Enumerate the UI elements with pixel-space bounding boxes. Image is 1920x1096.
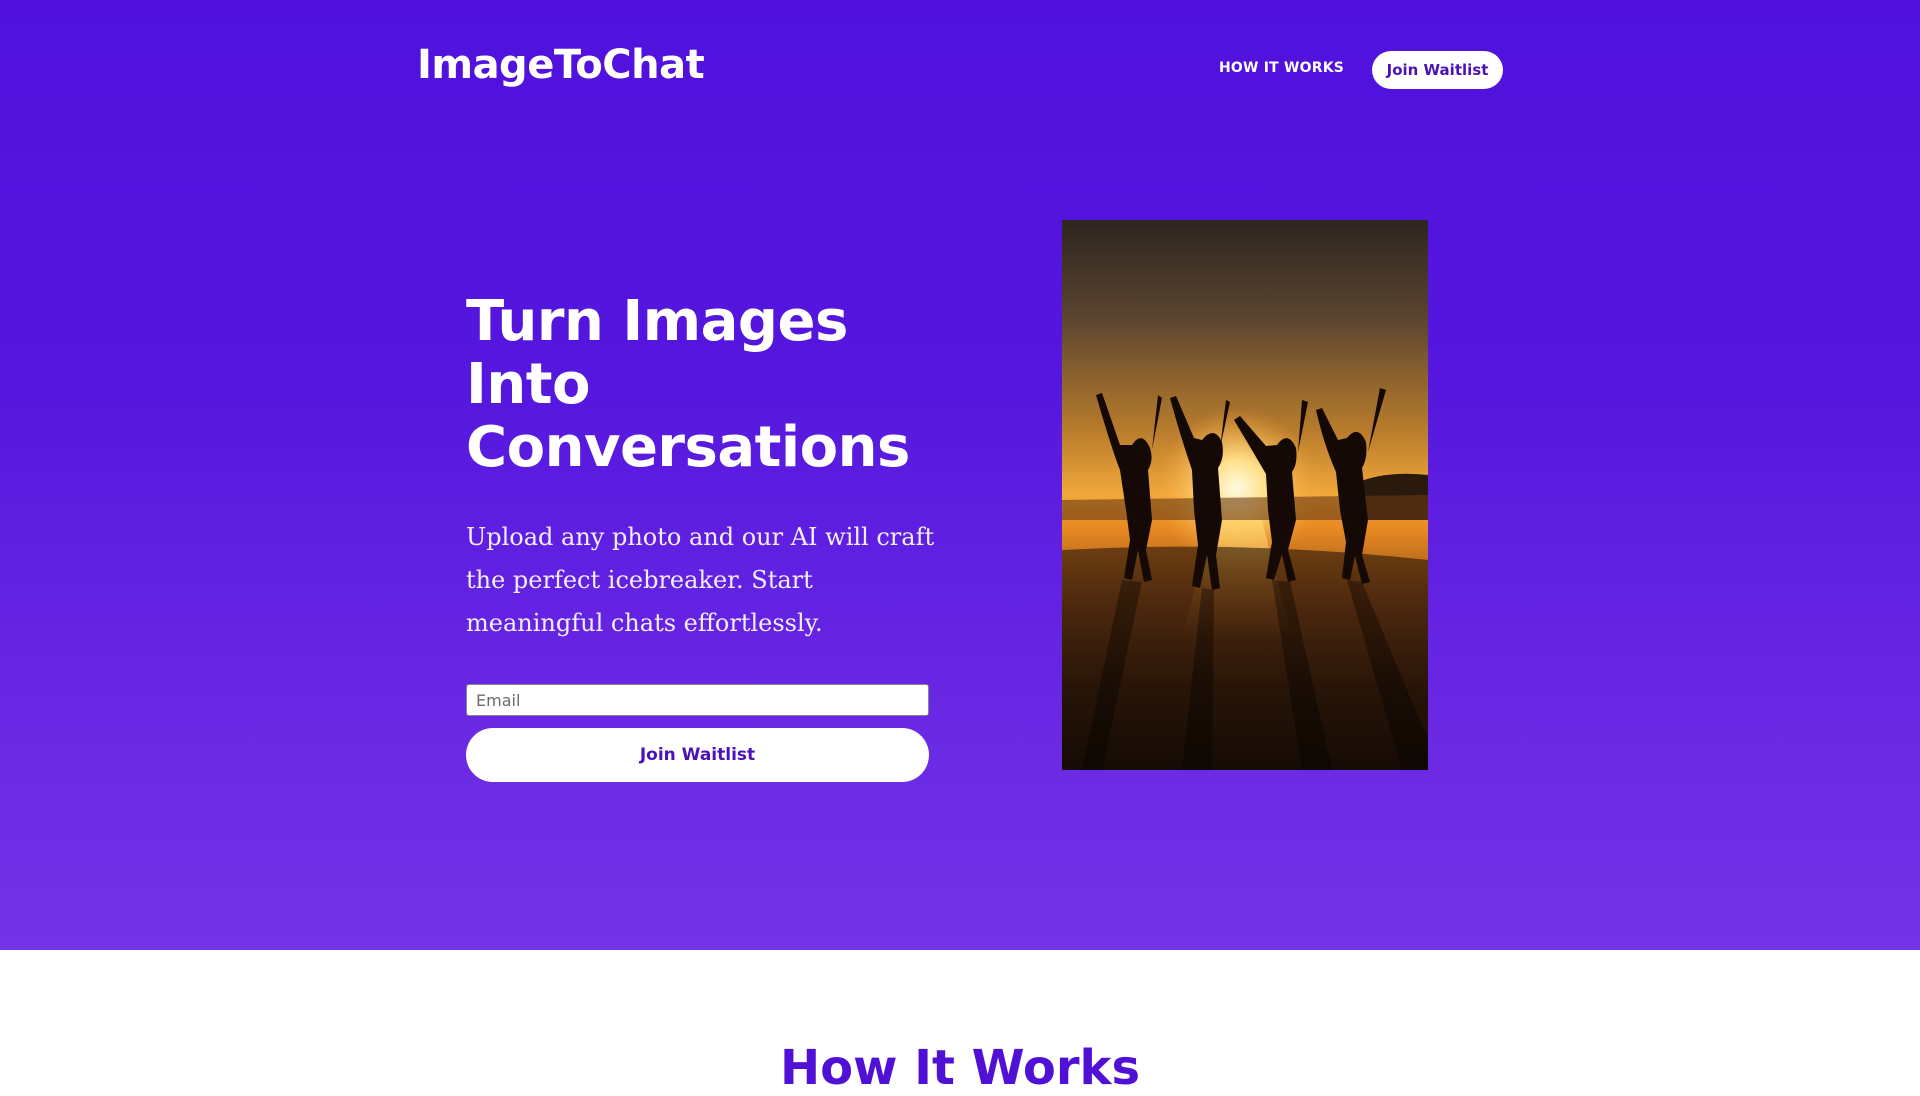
how-it-works-heading: How It Works — [779, 1040, 1141, 1096]
join-waitlist-button[interactable]: Join Waitlist — [466, 728, 929, 782]
nav-how-it-works-link[interactable]: HOW IT WORKS — [1219, 60, 1344, 76]
nav-join-waitlist-button[interactable]: Join Waitlist — [1372, 51, 1503, 89]
beach-sunset-image — [1062, 220, 1428, 770]
hero-photo — [1062, 220, 1428, 770]
hero-subtitle: Upload any photo and our AI will craft t… — [466, 523, 935, 637]
hero-headline: Turn Images Into Conversations — [466, 289, 910, 480]
brand-logo[interactable]: ImageToChat — [417, 42, 705, 88]
email-field[interactable] — [466, 684, 929, 716]
hero-section: ImageToChat HOW IT WORKS Join Waitlist T… — [0, 0, 1920, 950]
